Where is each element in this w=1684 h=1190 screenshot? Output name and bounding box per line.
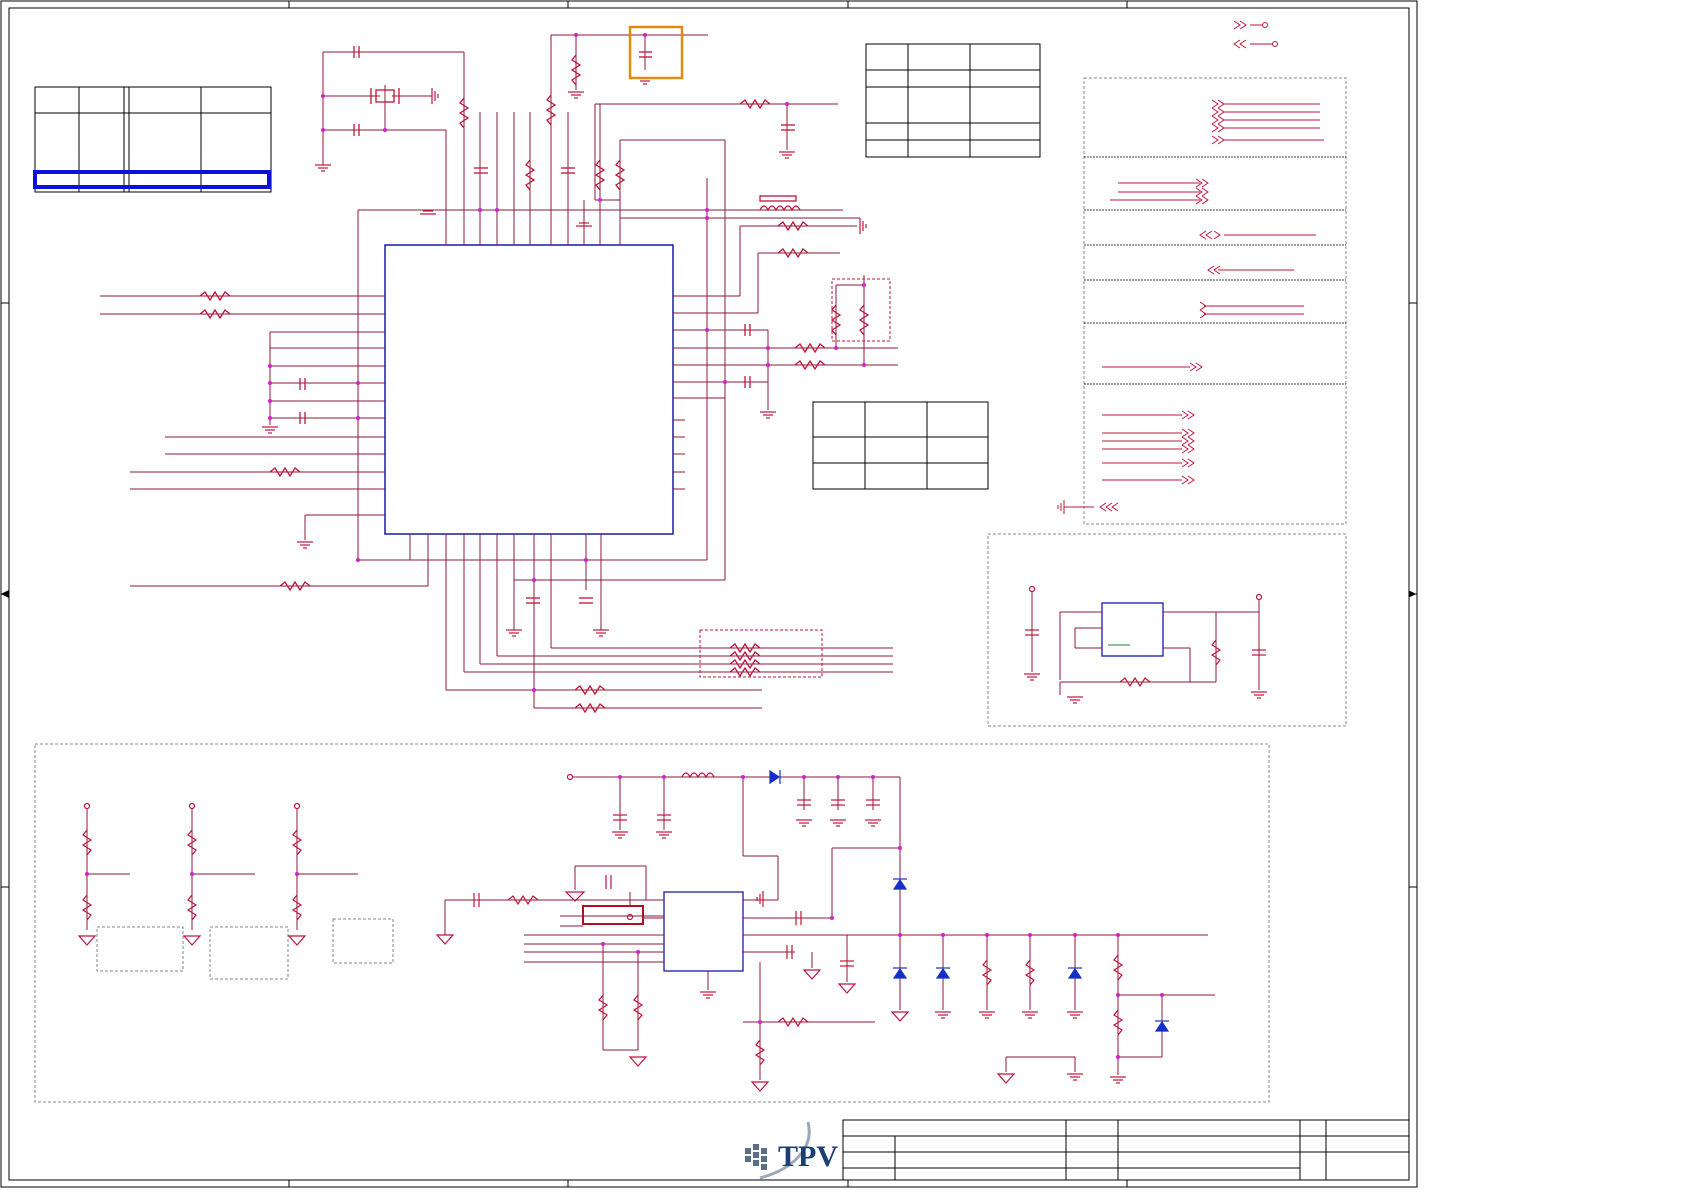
highlight-red-box bbox=[582, 905, 644, 925]
schematic-sheet: TPV bbox=[0, 0, 1418, 1188]
resistor-dividers bbox=[86, 808, 358, 930]
boost-controller-ic bbox=[663, 891, 744, 972]
company-logo: TPV bbox=[745, 1121, 838, 1180]
ground-symbols-main bbox=[262, 77, 867, 637]
boost-wiring bbox=[444, 776, 1215, 1080]
top-left-table bbox=[34, 86, 272, 193]
main-ic bbox=[384, 244, 674, 535]
config-table-middle bbox=[812, 401, 989, 490]
main-ic-wiring bbox=[100, 34, 898, 709]
diodes bbox=[769, 769, 1170, 1032]
dashed-group-boxes bbox=[34, 77, 1347, 1103]
regulator-ic bbox=[1101, 602, 1164, 657]
logo-emblem bbox=[745, 1144, 767, 1170]
highlight-blue-row bbox=[33, 170, 271, 189]
regulator-wiring bbox=[1031, 592, 1260, 695]
boost-components bbox=[435, 772, 1126, 1092]
logo-text: TPV bbox=[778, 1140, 838, 1173]
sheet-frame bbox=[0, 0, 1418, 1188]
config-table-top bbox=[865, 43, 1041, 158]
junction-dots-bottom bbox=[85, 775, 1164, 1059]
title-block bbox=[842, 1119, 1410, 1181]
right-panel-connectors bbox=[1057, 20, 1324, 514]
